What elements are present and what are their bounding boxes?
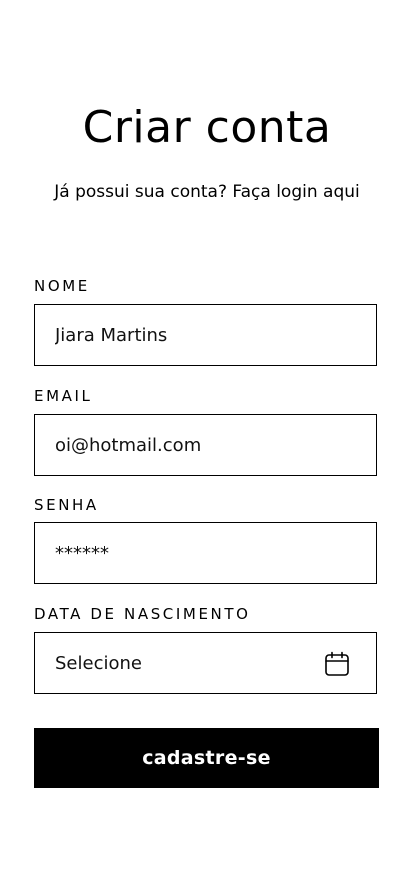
- birthdate-label: DATA DE NASCIMENTO: [34, 605, 251, 623]
- email-field-box: [34, 414, 377, 476]
- login-prompt-text: Já possui sua conta?: [54, 182, 233, 202]
- password-field-box: [34, 522, 377, 584]
- birthdate-input[interactable]: [35, 633, 335, 693]
- name-field-box: [34, 304, 377, 366]
- name-label: NOME: [34, 277, 90, 295]
- page-title: Criar conta: [82, 102, 332, 153]
- calendar-icon[interactable]: [324, 651, 350, 677]
- signup-button[interactable]: cadastre-se: [34, 728, 379, 788]
- birthdate-field-box: [34, 632, 377, 694]
- password-input[interactable]: [35, 523, 335, 583]
- email-label: EMAIL: [34, 387, 93, 405]
- password-label: SENHA: [34, 496, 99, 514]
- login-prompt: Já possui sua conta? Faça login aqui: [0, 180, 414, 204]
- name-input[interactable]: [35, 305, 335, 365]
- email-input[interactable]: [35, 415, 335, 475]
- login-link[interactable]: Faça login aqui: [232, 182, 359, 202]
